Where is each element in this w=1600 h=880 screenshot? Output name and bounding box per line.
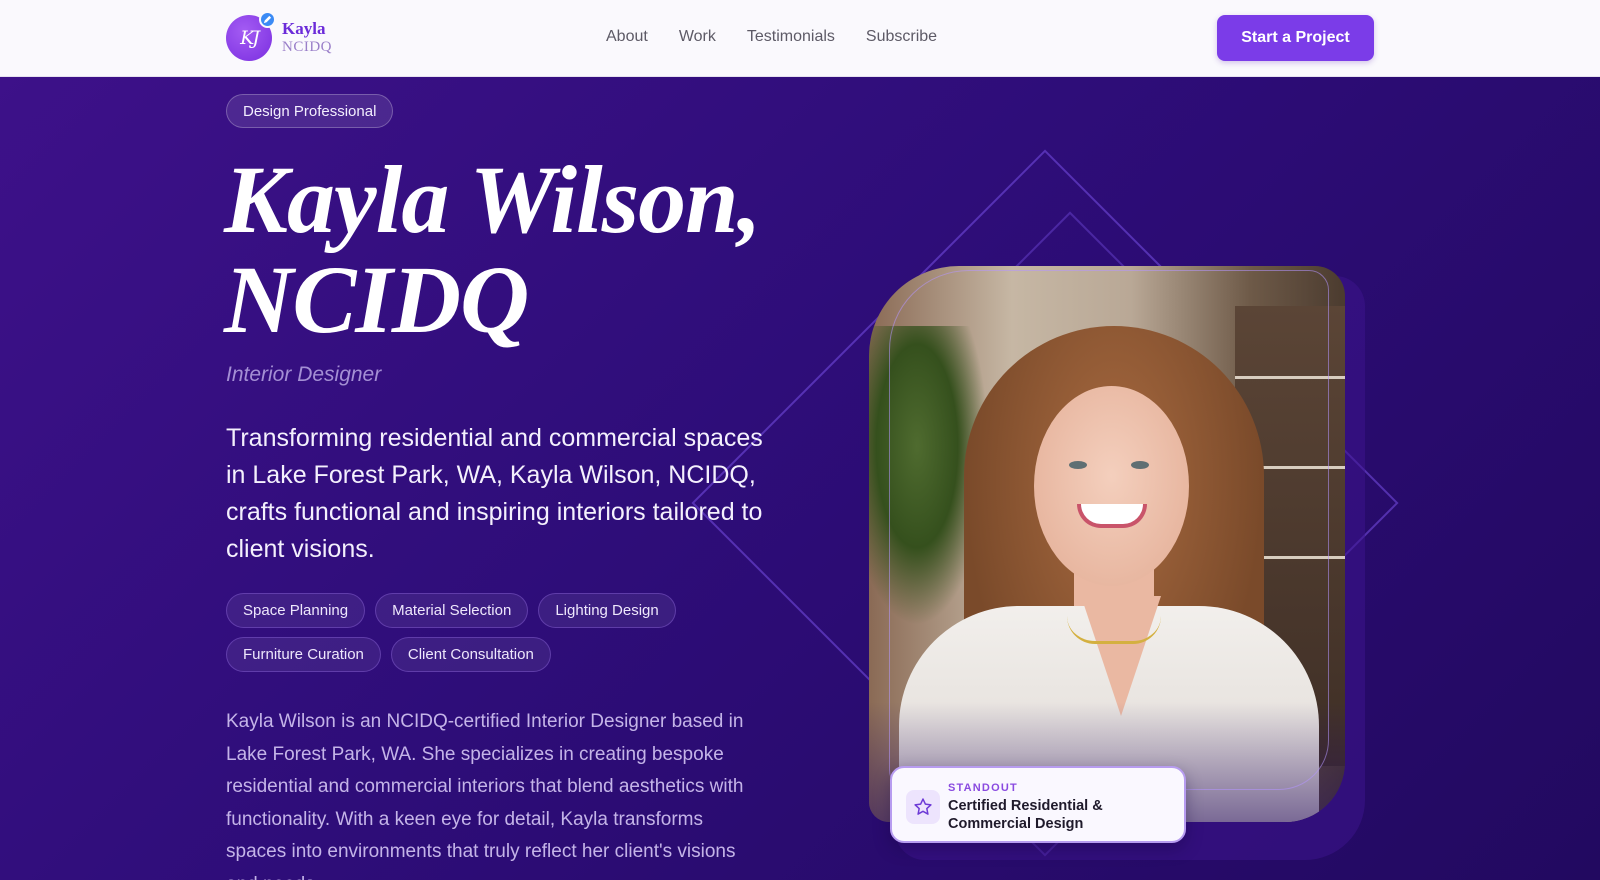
nav-subscribe[interactable]: Subscribe — [866, 28, 937, 46]
tag-material-selection: Material Selection — [375, 593, 529, 628]
tag-lighting-design: Lighting Design — [538, 593, 676, 628]
hero-lead: Transforming residential and commercial … — [226, 424, 763, 563]
logo-line1: Kayla — [282, 19, 326, 38]
page-title: Kayla Wilson, NCIDQ — [224, 150, 784, 350]
skill-tags: Space Planning Material Selection Lighti… — [226, 593, 696, 672]
nav-testimonials[interactable]: Testimonials — [747, 28, 835, 46]
tag-furniture-curation: Furniture Curation — [226, 637, 381, 672]
site-header: KJ Kayla NCIDQ About Work Testimonials S… — [0, 0, 1600, 77]
logo-monogram: KJ — [226, 11, 276, 61]
nav-about[interactable]: About — [606, 28, 648, 46]
nav-work[interactable]: Work — [679, 28, 716, 46]
logo-line2: NCIDQ — [282, 39, 332, 55]
standout-title: Certified Residential & Commercial Desig… — [948, 798, 1103, 832]
tag-space-planning: Space Planning — [226, 593, 366, 628]
standout-kicker: STANDOUT — [948, 782, 1018, 794]
tag-client-consultation: Client Consultation — [390, 637, 551, 672]
portrait-photo — [869, 266, 1345, 822]
main-nav: About Work Testimonials Subscribe — [606, 28, 937, 46]
standout-card: STANDOUT Certified Residential & Commerc… — [890, 766, 1186, 843]
monogram-text: KJ — [240, 27, 260, 49]
logo[interactable]: KJ Kayla NCIDQ — [226, 11, 332, 61]
star-icon — [906, 790, 940, 824]
bio-paragraph: Kayla Wilson is an NCIDQ-certified Inter… — [226, 711, 744, 880]
role-subtitle: Interior Designer — [226, 363, 382, 386]
edit-badge-icon — [259, 11, 276, 28]
logo-wordmark: Kayla NCIDQ — [282, 19, 332, 57]
title-line2: NCIDQ — [224, 246, 529, 353]
start-project-button[interactable]: Start a Project — [1217, 15, 1374, 61]
design-professional-badge: Design Professional — [226, 94, 394, 128]
title-line1: Kayla Wilson, — [224, 146, 761, 253]
